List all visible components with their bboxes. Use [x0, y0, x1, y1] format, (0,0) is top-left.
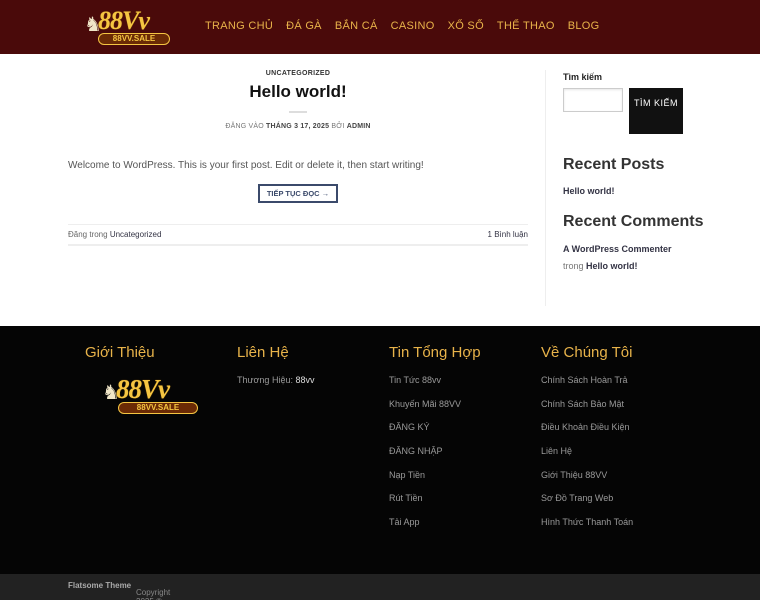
site-footer: Giới Thiệu ♞ 88Vv 88VV.SALE Liên Hệ Thươ…	[0, 326, 760, 574]
comment-author-link[interactable]: A WordPress Commenter	[563, 244, 672, 254]
comment-on-label: trong	[563, 261, 584, 271]
post-footer-meta: Đăng trong Uncategorized 1 Bình luận	[68, 224, 528, 246]
comment-on: trong Hello world!	[563, 261, 638, 271]
nav-da-ga[interactable]: ĐÁ GÀ	[286, 20, 322, 32]
sidebar-divider	[545, 70, 546, 306]
footer-link[interactable]: Giới Thiệu 88VV	[541, 470, 633, 494]
nav-blog[interactable]: BLOG	[568, 20, 600, 32]
footer-brand-text: Thương Hiệu: 88vv	[237, 375, 314, 385]
brand-label: Thương Hiệu:	[237, 375, 293, 385]
post-category[interactable]: UNCATEGORIZED	[68, 70, 528, 77]
posted-in: Đăng trong Uncategorized	[68, 230, 161, 239]
sidebar: Tìm kiếm TÌM KIẾM Recent Posts Hello wor…	[563, 72, 703, 271]
nav-ban-ca[interactable]: BẮN CÁ	[335, 20, 378, 32]
footer-link[interactable]: ĐĂNG NHẬP	[389, 446, 481, 470]
footer-link[interactable]: Sơ Đồ Trang Web	[541, 493, 633, 517]
footer-link[interactable]: Chính Sách Bảo Mật	[541, 399, 633, 423]
search-label: Tìm kiếm	[563, 72, 603, 82]
footer-news-list: Tin Tức 88vv Khuyến Mãi 88VV ĐĂNG KÝ ĐĂN…	[389, 375, 481, 541]
recent-posts-title: Recent Posts	[563, 156, 665, 173]
copyright-text: Copyright 2025 © Flatsome Theme	[68, 581, 170, 600]
footer-link[interactable]: Chính Sách Hoàn Trả	[541, 375, 633, 399]
posted-in-category[interactable]: Uncategorized	[110, 230, 162, 239]
footer-link[interactable]: Rút Tiền	[389, 493, 481, 517]
search-button[interactable]: TÌM KIẾM	[629, 88, 683, 134]
post-article: UNCATEGORIZED Hello world! ĐĂNG VÀO THÁN…	[68, 70, 528, 246]
meta-date[interactable]: THÁNG 3 17, 2025	[266, 123, 329, 130]
search-input[interactable]	[563, 88, 623, 112]
footer-news-title: Tin Tổng Hợp	[389, 344, 481, 361]
nav-xo-so[interactable]: XỔ SỐ	[448, 20, 484, 32]
meta-by: BỞI	[331, 123, 345, 130]
footer-logo-text: 88Vv	[116, 374, 170, 404]
footer-contact-title: Liên Hệ	[237, 344, 289, 361]
post-title[interactable]: Hello world!	[68, 82, 528, 102]
footer-link[interactable]: Hình Thức Thanh Toán	[541, 517, 633, 541]
title-divider	[289, 111, 307, 113]
footer-link[interactable]: ĐĂNG KÝ	[389, 422, 481, 446]
nav-trang-chu[interactable]: TRANG CHỦ	[205, 20, 273, 32]
nav-casino[interactable]: CASINO	[391, 20, 435, 32]
brand-value: 88vv	[295, 375, 315, 385]
main-nav: TRANG CHỦ ĐÁ GÀ BẮN CÁ CASINO XỔ SỐ THỂ …	[205, 20, 613, 32]
footer-about-title: Giới Thiệu	[85, 344, 155, 361]
footer-link[interactable]: Tải App	[389, 517, 481, 541]
comments-link[interactable]: 1 Bình luận	[488, 230, 528, 239]
read-more-button[interactable]: TIẾP TỤC ĐỌC →	[258, 184, 338, 203]
footer-link[interactable]: Điều Khoản Điều Kiện	[541, 422, 633, 446]
footer-about-us-list: Chính Sách Hoàn Trả Chính Sách Bảo Mật Đ…	[541, 375, 633, 541]
footer-link[interactable]: Khuyến Mãi 88VV	[389, 399, 481, 423]
meta-prefix: ĐĂNG VÀO	[225, 123, 264, 130]
footer-col-contact: Liên Hệ Thương Hiệu: 88vv	[237, 344, 314, 385]
recent-comments-title: Recent Comments	[563, 213, 704, 230]
site-logo[interactable]: ♞ 88Vv 88VV.SALE	[84, 6, 174, 48]
post-meta: ĐĂNG VÀO THÁNG 3 17, 2025 BỞI ADMIN	[68, 123, 528, 130]
copyright-bar: Copyright 2025 © Flatsome Theme	[0, 574, 760, 600]
nav-the-thao[interactable]: THỂ THAO	[497, 20, 555, 32]
recent-post-link[interactable]: Hello world!	[563, 186, 615, 196]
posted-in-label: Đăng trong	[68, 230, 108, 239]
copyright-label: Copyright 2025 ©	[136, 588, 171, 600]
theme-link[interactable]: Flatsome Theme	[68, 581, 131, 590]
footer-about-us-title: Về Chúng Tôi	[541, 344, 633, 361]
site-header: ♞ 88Vv 88VV.SALE TRANG CHỦ ĐÁ GÀ BẮN CÁ …	[0, 0, 760, 54]
footer-col-news: Tin Tổng Hợp Tin Tức 88vv Khuyến Mãi 88V…	[389, 344, 481, 541]
logo-text: 88Vv	[98, 6, 150, 35]
comment-post-link[interactable]: Hello world!	[586, 261, 638, 271]
logo-sub: 88VV.SALE	[98, 33, 170, 45]
footer-link[interactable]: Nạp Tiền	[389, 470, 481, 494]
footer-logo-sub: 88VV.SALE	[118, 402, 198, 414]
footer-link[interactable]: Liên Hệ	[541, 446, 633, 470]
post-excerpt: Welcome to WordPress. This is your first…	[68, 160, 424, 171]
meta-author[interactable]: ADMIN	[347, 123, 371, 130]
footer-col-about: Giới Thiệu ♞ 88Vv 88VV.SALE	[85, 344, 198, 414]
footer-logo[interactable]: ♞ 88Vv 88VV.SALE	[102, 374, 206, 416]
footer-col-about-us: Về Chúng Tôi Chính Sách Hoàn Trả Chính S…	[541, 344, 633, 541]
footer-link[interactable]: Tin Tức 88vv	[389, 375, 481, 399]
